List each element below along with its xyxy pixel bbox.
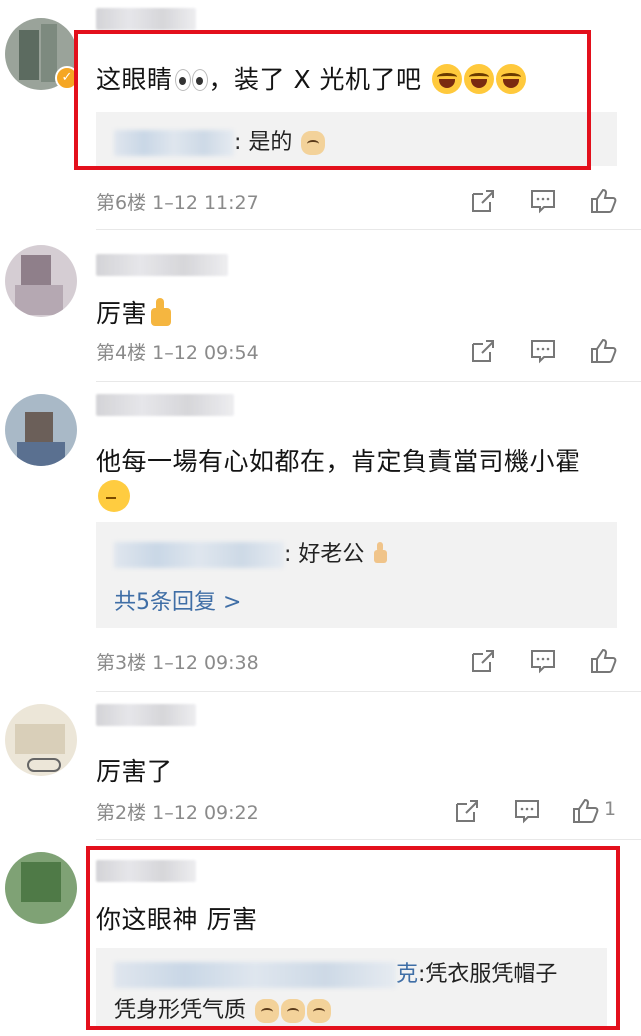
comment-actions: 1 (452, 796, 632, 826)
timestamp: 1–12 09:38 (152, 652, 259, 674)
comment-text: 他每一場有心如都在，肯定負責當司機小霍 (96, 447, 581, 476)
timestamp: 1–12 09:54 (152, 342, 259, 364)
floor-label: 第4楼 (96, 342, 147, 364)
avatar[interactable] (5, 704, 77, 776)
reply-username-blurred[interactable] (114, 542, 284, 568)
comment-icon[interactable] (528, 646, 558, 676)
thinking-emoji-icon (98, 480, 130, 512)
share-icon[interactable] (452, 796, 482, 826)
comment-text: 厉害了 (96, 757, 173, 786)
comment-icon[interactable] (528, 336, 558, 366)
more-replies-link[interactable]: 共5条回复 > (114, 584, 241, 616)
thumbs-up-emoji-icon (147, 298, 173, 328)
avatar[interactable] (5, 394, 77, 466)
comment-meta: 第6楼 1–12 11:27 (96, 188, 259, 215)
comment-meta: 第3楼 1–12 09:38 (96, 648, 259, 675)
like-icon[interactable] (588, 336, 618, 366)
comment-icon[interactable] (512, 796, 542, 826)
highlight-box (74, 30, 591, 170)
reply-line: : 好老公 (114, 536, 389, 568)
share-icon[interactable] (468, 646, 498, 676)
like-icon[interactable] (588, 186, 618, 216)
share-icon[interactable] (468, 186, 498, 216)
reply-box[interactable]: : 好老公 共5条回复 > (96, 522, 617, 628)
comment-icon[interactable] (528, 186, 558, 216)
floor-label: 第2楼 (96, 802, 147, 824)
avatar[interactable] (5, 852, 77, 924)
username-blurred[interactable] (96, 394, 234, 416)
comment-meta: 第2楼 1–12 09:22 (96, 798, 259, 825)
timestamp: 1–12 09:22 (152, 802, 259, 824)
like-icon[interactable] (588, 646, 618, 676)
like-icon[interactable]: 1 (570, 796, 616, 826)
comment-floor-2: 厉害了 第2楼 1–12 09:22 1 (0, 692, 641, 840)
share-icon[interactable] (468, 336, 498, 366)
username-blurred[interactable] (96, 704, 196, 726)
comment-actions (468, 186, 628, 216)
timestamp: 1–12 11:27 (152, 192, 259, 214)
username-blurred[interactable] (96, 8, 196, 30)
username-blurred[interactable] (96, 254, 228, 276)
comment-floor-4: 厉害 第4楼 1–12 09:54 (0, 230, 641, 382)
floor-label: 第3楼 (96, 652, 147, 674)
avatar[interactable] (5, 245, 77, 317)
thumbs-up-emoji-icon (371, 542, 389, 564)
comment-meta: 第4楼 1–12 09:54 (96, 338, 259, 365)
highlight-box (86, 846, 620, 1030)
comment-floor-3: 他每一場有心如都在，肯定負責當司機小霍 : 好老公 共5条回复 > 第3楼 1–… (0, 382, 641, 692)
comment-actions (468, 336, 628, 366)
comment-actions (468, 646, 628, 676)
comment-text: 厉害 (96, 294, 173, 330)
like-count: 1 (604, 798, 617, 820)
floor-label: 第6楼 (96, 192, 147, 214)
